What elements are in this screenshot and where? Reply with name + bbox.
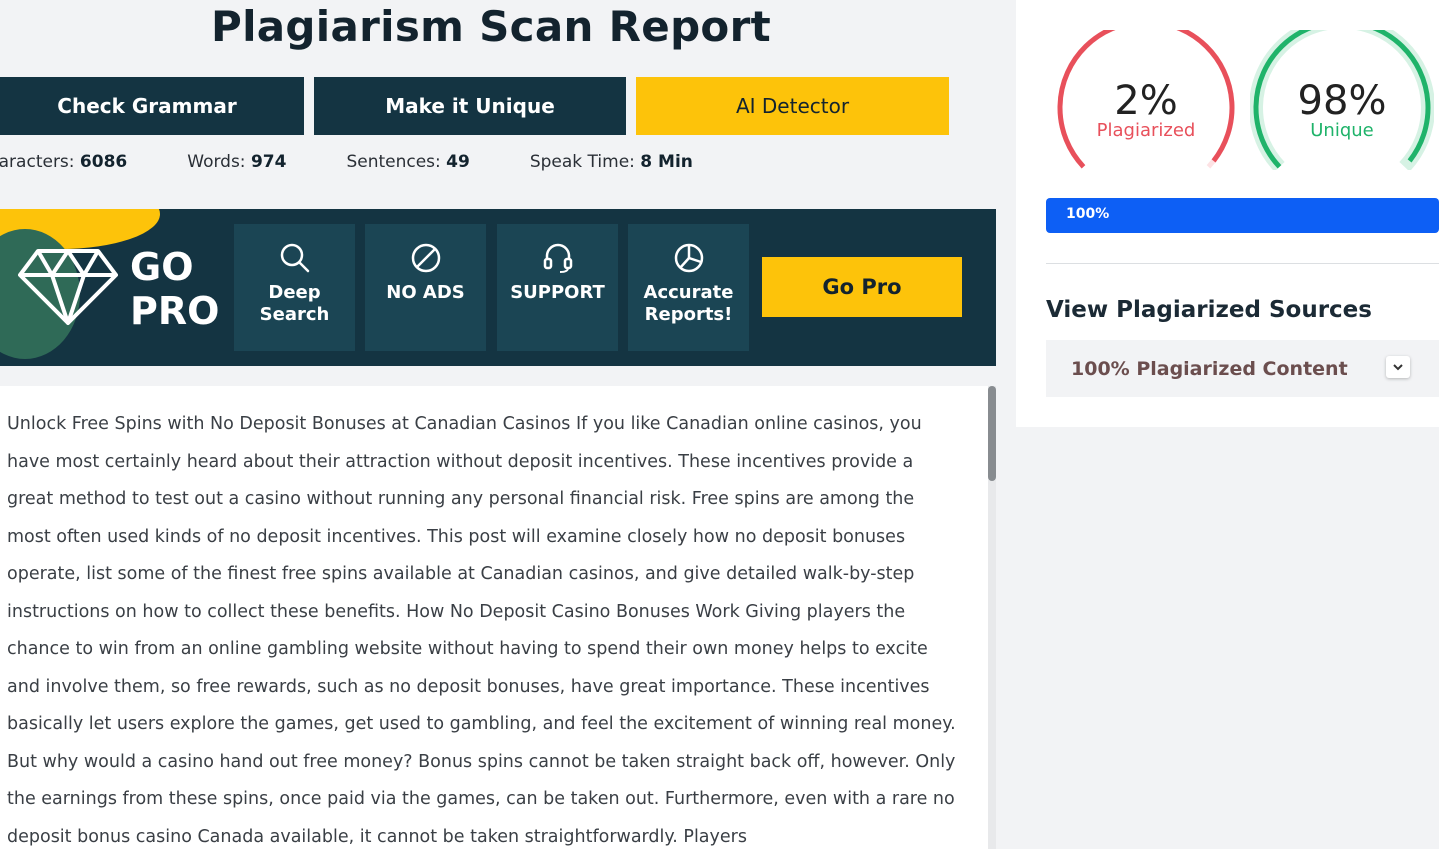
scrollbar-thumb[interactable] bbox=[988, 386, 996, 481]
feature-accurate-reports: Accurate Reports! bbox=[628, 224, 749, 351]
results-panel: 2% Plagiarized 98% Unique 100% View Plag… bbox=[1016, 0, 1439, 427]
go-pro-banner: GO PRO Deep Search NO ADS SUPPORT Accura… bbox=[0, 209, 996, 366]
ai-detector-button[interactable]: AI Detector bbox=[636, 77, 949, 135]
feature-label: NO ADS bbox=[386, 282, 465, 303]
headset-icon bbox=[543, 243, 572, 273]
action-buttons: Check Grammar Make it Unique AI Detector bbox=[0, 77, 959, 135]
accordion-label: 100% Plagiarized Content bbox=[1071, 358, 1348, 380]
feature-deep-search: Deep Search bbox=[234, 224, 355, 351]
chevron-down-icon[interactable] bbox=[1386, 356, 1410, 378]
unique-label: Unique bbox=[1310, 120, 1374, 141]
unique-percent: 98% bbox=[1297, 78, 1387, 124]
diamond-icon bbox=[18, 249, 118, 325]
scanned-text-panel[interactable]: Unlock Free Spins with No Deposit Bonuse… bbox=[0, 386, 996, 849]
feature-label: Accurate Reports! bbox=[643, 282, 734, 325]
page-title: Plagiarism Scan Report bbox=[211, 2, 771, 51]
divider bbox=[1046, 263, 1439, 264]
plagiarized-content-accordion[interactable]: 100% Plagiarized Content bbox=[1046, 340, 1439, 397]
scan-progress-bar: 100% bbox=[1046, 198, 1439, 233]
pie-chart-icon bbox=[674, 243, 703, 273]
stat-characters: Characters: 6086 bbox=[0, 152, 128, 172]
make-unique-button[interactable]: Make it Unique bbox=[314, 77, 626, 135]
feature-no-ads: NO ADS bbox=[365, 224, 486, 351]
scanned-text: Unlock Free Spins with No Deposit Bonuse… bbox=[7, 414, 956, 847]
text-stats: Characters: 6086 Words: 974 Sentences: 4… bbox=[0, 152, 753, 172]
feature-label: SUPPORT bbox=[510, 282, 605, 303]
check-grammar-button[interactable]: Check Grammar bbox=[0, 77, 304, 135]
no-ads-icon bbox=[411, 243, 440, 273]
plagiarized-percent: 2% bbox=[1114, 78, 1178, 124]
plagiarized-label: Plagiarized bbox=[1096, 120, 1196, 141]
feature-support: SUPPORT bbox=[497, 224, 618, 351]
plagiarized-gauge: 2% Plagiarized bbox=[1054, 19, 1238, 170]
feature-label: Deep Search bbox=[259, 282, 330, 325]
go-pro-heading: GO PRO bbox=[130, 245, 220, 333]
go-pro-button[interactable]: Go Pro bbox=[762, 257, 962, 317]
sources-title: View Plagiarized Sources bbox=[1046, 297, 1372, 323]
progress-label: 100% bbox=[1066, 206, 1110, 222]
search-icon bbox=[280, 243, 309, 273]
unique-gauge: 98% Unique bbox=[1249, 14, 1435, 172]
main-panel: Plagiarism Scan Report Check Grammar Mak… bbox=[0, 0, 1000, 849]
stat-sentences: Sentences: 49 bbox=[346, 152, 470, 172]
stat-words: Words: 974 bbox=[187, 152, 287, 172]
stat-speak-time: Speak Time: 8 Min bbox=[529, 152, 693, 172]
